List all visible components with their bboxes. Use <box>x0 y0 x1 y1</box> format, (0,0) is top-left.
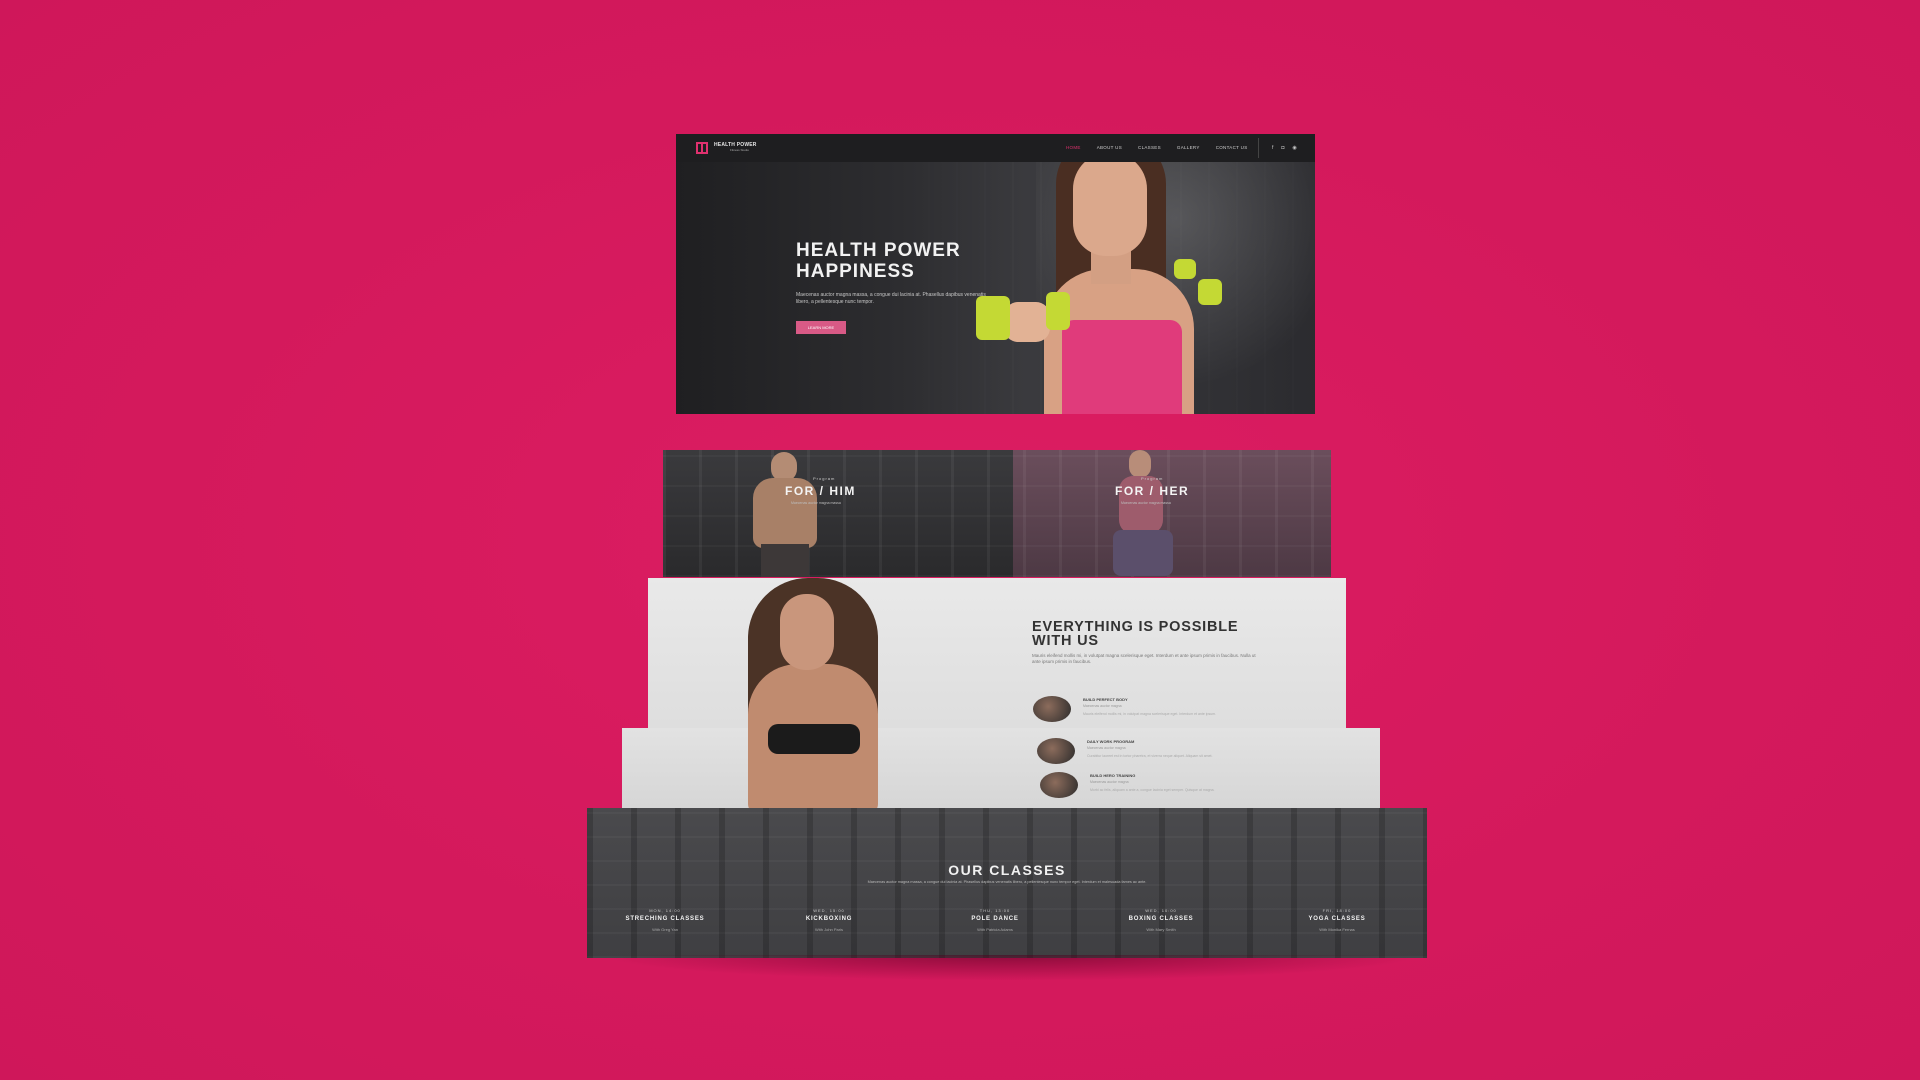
class-time: WED, 15:00 <box>813 908 845 913</box>
hero-woman-face <box>1073 152 1147 256</box>
fitness-woman-face <box>780 594 834 670</box>
class-name: YOGA CLASSES <box>1308 916 1366 922</box>
feature-subtitle: Maecenas auctor magna <box>1083 704 1122 708</box>
class-trainer: With Patricia Adams <box>977 927 1013 932</box>
nav-divider <box>1258 138 1259 158</box>
class-item[interactable]: WED, 15:00 KICKBOXING With John Paris <box>759 908 899 932</box>
class-name: BOXING CLASSES <box>1128 916 1194 922</box>
fitness-woman-image <box>708 578 918 728</box>
class-item[interactable]: THU, 13:00 POLE DANCE With Patricia Adam… <box>925 908 1065 932</box>
dribbble-icon[interactable]: ◉ <box>1292 145 1296 151</box>
program-him-label: Program <box>813 476 836 481</box>
feature-title: BUILD PERFECT BODY <box>1083 697 1128 702</box>
logo-icon[interactable] <box>696 142 708 154</box>
about-title: EVERYTHING IS POSSIBLE WITH US <box>1032 619 1239 649</box>
class-trainer: With Mary Smith <box>1146 927 1176 932</box>
class-name: STRECHING CLASSES <box>625 916 705 922</box>
feature-text: Morbi ac felis, aliquam a ante a, congue… <box>1090 788 1215 792</box>
feature-text: Mauris eleifend mollis mi, in volutpat m… <box>1083 712 1217 716</box>
class-item[interactable]: FRI, 18:00 YOGA CLASSES With Monika Fern… <box>1267 908 1407 932</box>
feature-text: Curabitur laoreet est in tortor pharetra… <box>1087 754 1213 758</box>
program-him-title[interactable]: FOR / HIM <box>785 484 856 498</box>
program-her-subtitle: Maecenas auctor magna massa <box>1121 501 1171 505</box>
logo-tagline: Fitness Studio <box>730 148 750 152</box>
hero-section: HEALTH POWER Fitness Studio HOME ABOUT U… <box>676 134 1315 414</box>
dumbbell2-weight-bottom <box>1198 279 1222 305</box>
hero-title: HEALTH POWER HAPPINESS <box>796 240 961 282</box>
learn-more-button[interactable]: LEARN MORE <box>796 321 846 334</box>
social-links: f ◘ ◉ <box>1272 145 1297 151</box>
woman-image <box>1103 450 1183 577</box>
feature-avatar <box>1040 772 1078 798</box>
dumbbell-weight-right <box>1046 292 1070 330</box>
classes-section: OUR CLASSES Maecenas auctor magna massa,… <box>587 808 1427 958</box>
hero-text: Maecenas auctor magna massa, a congue du… <box>796 292 986 305</box>
hero-woman-fist <box>1004 302 1050 342</box>
woman-head <box>1129 450 1151 478</box>
nav-item-about[interactable]: ABOUT US <box>1097 145 1122 150</box>
program-her-label: Program <box>1141 476 1164 481</box>
hero-woman-image <box>976 134 1256 414</box>
class-time: WED, 10:00 <box>1145 908 1177 913</box>
mockup-stage: HEALTH POWER Fitness Studio HOME ABOUT U… <box>0 0 1920 1080</box>
nav-item-classes[interactable]: CLASSES <box>1138 145 1161 150</box>
classes-text: Maecenas auctor magna massa, a congue du… <box>867 880 1147 884</box>
class-trainer: With Greg Yan <box>652 927 678 932</box>
fitness-woman-image-lower <box>708 728 918 808</box>
programs-section: Program FOR / HIM Maecenas auctor magna … <box>663 450 1331 577</box>
feature-subtitle: Maecenas auctor magna <box>1087 746 1126 750</box>
dumbbell2-weight-top <box>1174 259 1196 279</box>
feature-title: BUILD HERO TRAINING <box>1090 773 1136 778</box>
mockup-shadow <box>600 955 1420 981</box>
about-section-continued: DAILY WORK PROGRAM Maecenas auctor magna… <box>622 728 1380 808</box>
nav-item-home[interactable]: HOME <box>1066 145 1081 150</box>
top-navbar: HEALTH POWER Fitness Studio HOME ABOUT U… <box>676 134 1315 162</box>
facebook-icon[interactable]: f <box>1272 145 1273 151</box>
classes-title: OUR CLASSES <box>948 862 1066 878</box>
fitness-woman-top-lower <box>768 728 860 754</box>
class-item[interactable]: WED, 10:00 BOXING CLASSES With Mary Smit… <box>1091 908 1231 932</box>
class-time: THU, 13:00 <box>979 908 1011 913</box>
class-time: FRI, 18:00 <box>1322 908 1352 913</box>
man-image <box>741 452 831 577</box>
class-name: POLE DANCE <box>971 916 1019 922</box>
about-text: Mauris eleifend mollis mi, in volutpat m… <box>1032 653 1256 664</box>
nav-item-gallery[interactable]: GALLERY <box>1177 145 1200 150</box>
feature-avatar <box>1037 738 1075 764</box>
program-her-title[interactable]: FOR / HER <box>1115 484 1189 498</box>
instagram-icon[interactable]: ◘ <box>1281 145 1284 151</box>
fitness-woman-body <box>748 664 878 728</box>
hero-woman-top <box>1062 320 1182 414</box>
feature-subtitle: Maecenas auctor magna <box>1090 780 1129 784</box>
feature-title: DAILY WORK PROGRAM <box>1087 739 1135 744</box>
nav-menu: HOME ABOUT US CLASSES GALLERY CONTACT US <box>1066 145 1248 150</box>
class-trainer: With Monika Fernas <box>1319 927 1355 932</box>
about-section: EVERYTHING IS POSSIBLE WITH US Mauris el… <box>648 578 1346 728</box>
class-trainer: With John Paris <box>814 927 843 932</box>
feature-avatar <box>1033 696 1071 722</box>
nav-item-contact[interactable]: CONTACT US <box>1216 145 1248 150</box>
man-legs <box>761 544 809 577</box>
program-him-subtitle: Maecenas auctor magna massa <box>791 501 841 505</box>
class-item[interactable]: MON, 14:00 STRECHING CLASSES With Greg Y… <box>595 908 735 932</box>
class-name: KICKBOXING <box>805 916 853 922</box>
class-time: MON, 14:00 <box>649 908 681 913</box>
woman-legs <box>1113 530 1173 576</box>
